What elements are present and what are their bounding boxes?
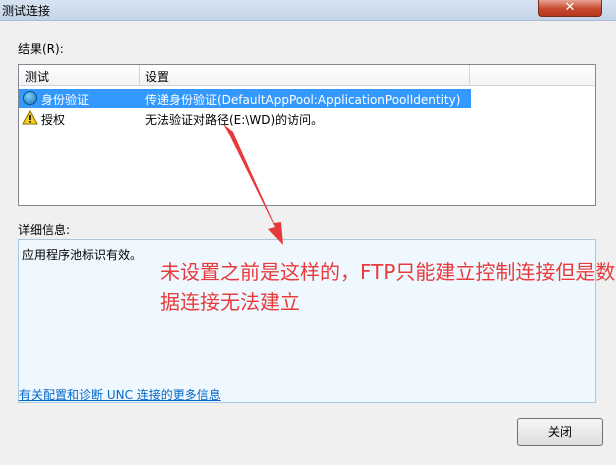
annotation-text: 未设置之前是这样的，FTP只能建立控制连接但是数据连接无法建立 [160,260,616,314]
unc-help-link[interactable]: 有关配置和诊断 UNC 连接的更多信息 [19,386,221,403]
close-button[interactable]: 关闭 [517,418,603,446]
